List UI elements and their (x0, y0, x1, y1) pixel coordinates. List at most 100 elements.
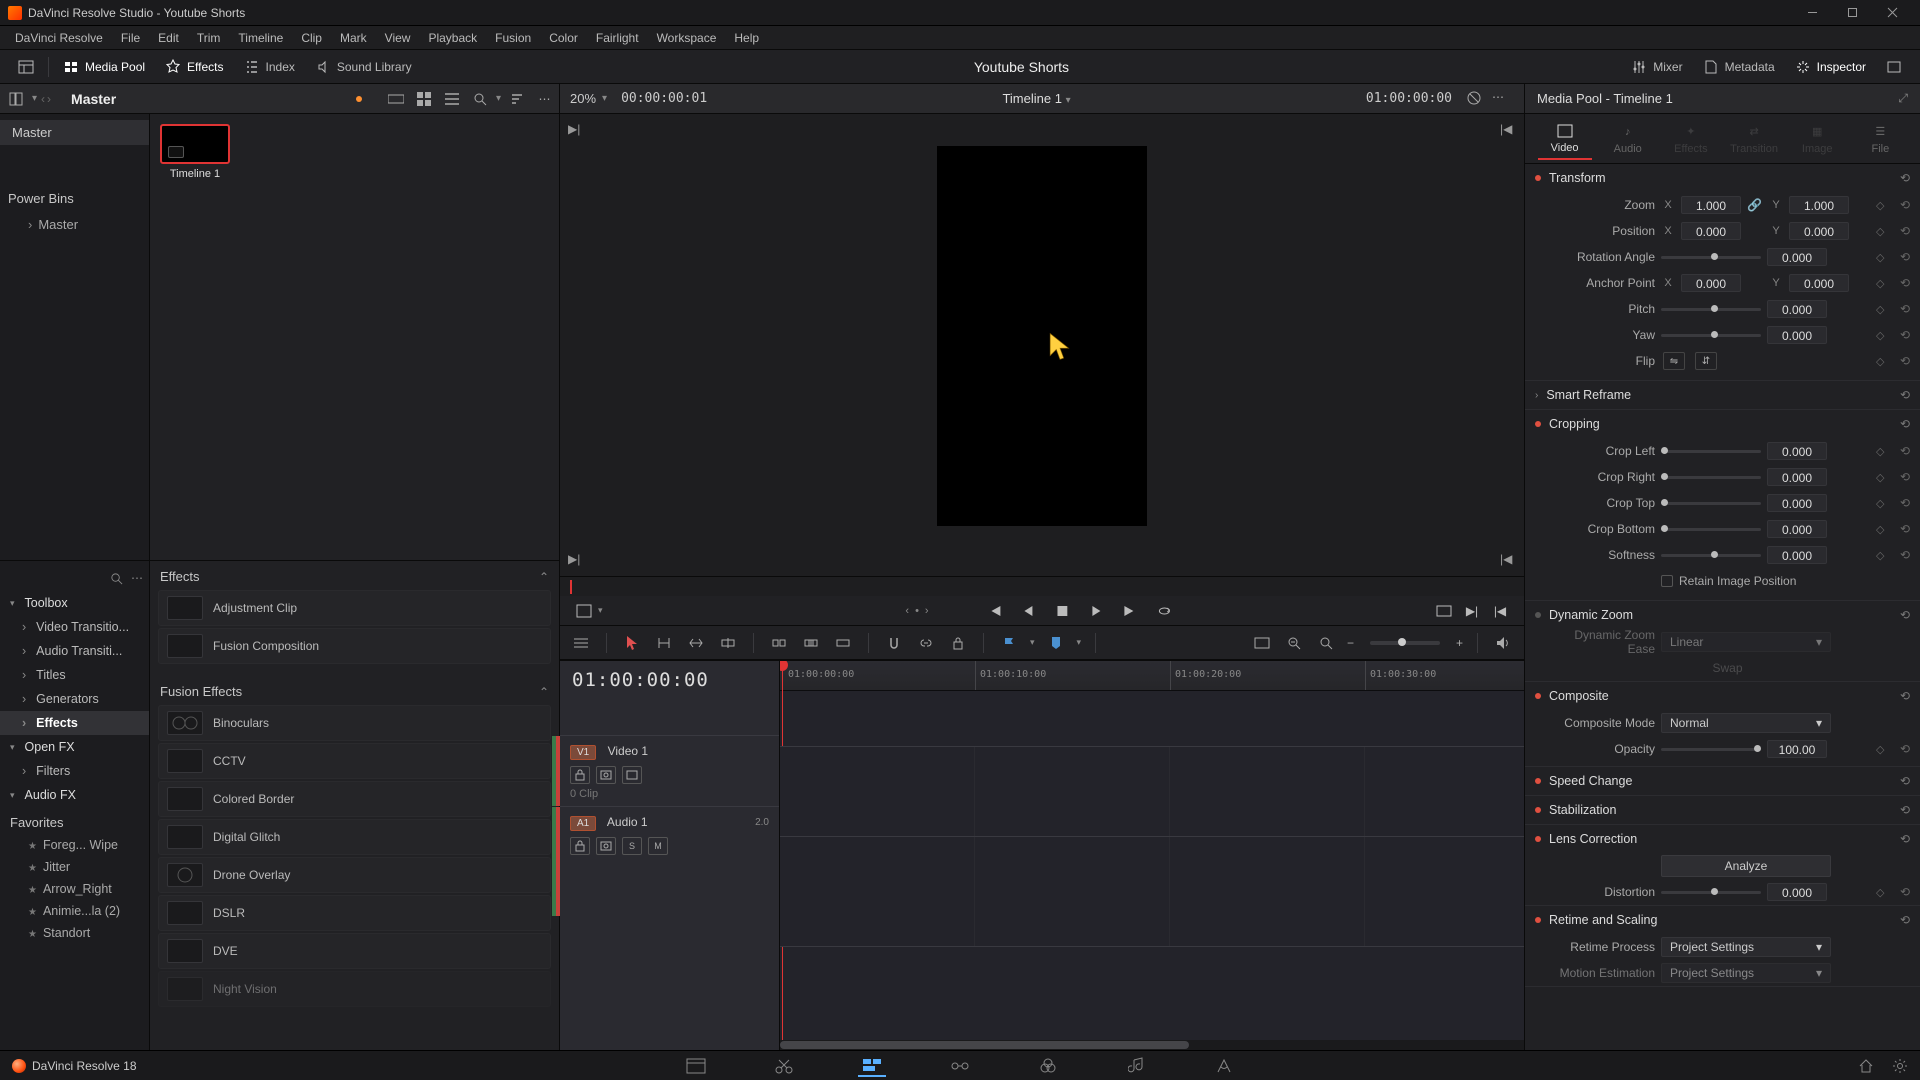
crop-bottom-slider[interactable] (1661, 528, 1761, 531)
crop-right-field[interactable]: 0.000 (1767, 468, 1827, 486)
menu-help[interactable]: Help (725, 26, 768, 50)
snap-icon[interactable] (883, 632, 905, 654)
prev-edit-icon[interactable]: ▶| (568, 552, 584, 568)
track-a1-row[interactable] (780, 837, 1524, 947)
crop-right-slider[interactable] (1661, 476, 1761, 479)
menu-timeline[interactable]: Timeline (229, 26, 292, 50)
zoom-detail-icon[interactable] (1283, 632, 1305, 654)
prev-clip-icon[interactable]: ▶| (568, 122, 584, 138)
search-icon[interactable] (469, 88, 491, 110)
bin-grid[interactable]: Timeline 1 (150, 114, 559, 560)
timeline-chevron[interactable]: ▾ (1066, 95, 1071, 106)
speed-title[interactable]: Speed Change (1549, 774, 1892, 788)
crop-top-slider[interactable] (1661, 502, 1761, 505)
retime-enable-dot[interactable] (1535, 917, 1541, 923)
composite-enable-dot[interactable] (1535, 693, 1541, 699)
insp-tab-video[interactable]: Video (1538, 118, 1592, 160)
crop-left-slider[interactable] (1661, 450, 1761, 453)
reset-icon[interactable]: ⟲ (1900, 250, 1910, 264)
reset-icon[interactable]: ⟲ (1900, 522, 1910, 536)
go-in-icon[interactable]: ▶| (1460, 599, 1484, 623)
settings-icon[interactable] (1892, 1058, 1908, 1074)
stop-button[interactable] (1051, 599, 1075, 623)
page-color[interactable] (1034, 1055, 1062, 1077)
insp-tab-image[interactable]: ▦Image (1790, 119, 1844, 159)
fx-search-icon[interactable] (110, 572, 123, 585)
fx-video-trans[interactable]: Video Transitio... (0, 615, 149, 639)
next-clip-icon[interactable]: |◀ (1500, 122, 1516, 138)
zoom-slider[interactable] (1370, 641, 1440, 645)
thumb-grid-icon[interactable] (413, 88, 435, 110)
viewer-bypass-icon[interactable] (1466, 90, 1484, 108)
softness-field[interactable]: 0.000 (1767, 546, 1827, 564)
menu-fusion[interactable]: Fusion (486, 26, 540, 50)
reset-icon[interactable]: ⟲ (1900, 548, 1910, 562)
marker-dot-icon[interactable]: • (915, 605, 919, 617)
fx-dslr[interactable]: DSLR (158, 895, 551, 931)
first-frame-button[interactable] (983, 599, 1007, 623)
menu-color[interactable]: Color (540, 26, 587, 50)
zoom-link-icon[interactable]: 🔗 (1747, 198, 1763, 212)
reset-icon[interactable]: ⟲ (1900, 496, 1910, 510)
page-cut[interactable] (770, 1055, 798, 1077)
go-out-icon[interactable]: |◀ (1488, 599, 1512, 623)
track-v1-row[interactable] (780, 747, 1524, 837)
sort-icon[interactable] (506, 88, 528, 110)
keyframe-icon[interactable] (1876, 548, 1890, 562)
reset-icon[interactable]: ⟲ (1900, 276, 1910, 290)
fx-drone-overlay[interactable]: Drone Overlay (158, 857, 551, 893)
pos-x-field[interactable]: 0.000 (1681, 222, 1741, 240)
clip-timeline1[interactable]: Timeline 1 (160, 124, 230, 180)
retain-checkbox[interactable] (1661, 575, 1673, 587)
smart-reframe-title[interactable]: Smart Reframe (1546, 388, 1892, 402)
menu-file[interactable]: File (112, 26, 149, 50)
fx-openfx[interactable]: Open FX (0, 735, 149, 759)
fx-generators[interactable]: Generators (0, 687, 149, 711)
a1-lock-icon[interactable] (570, 837, 590, 855)
pos-y-field[interactable]: 0.000 (1789, 222, 1849, 240)
nav-fwd[interactable]: › (47, 92, 51, 106)
chevron-up-icon[interactable]: ⌃ (539, 570, 549, 584)
v1-disable-icon[interactable] (622, 766, 642, 784)
keyframe-icon[interactable] (1876, 444, 1890, 458)
insp-tab-file[interactable]: ☰File (1853, 119, 1907, 159)
reset-icon[interactable]: ⟲ (1900, 224, 1910, 238)
lock-icon[interactable] (947, 632, 969, 654)
dynzoom-ease-select[interactable]: Linear▾ (1661, 632, 1831, 652)
bin-list-toggle[interactable] (4, 87, 28, 111)
overwrite-clip-icon[interactable] (800, 632, 822, 654)
chevron-up-icon[interactable]: ⌃ (539, 685, 549, 699)
fx-filters[interactable]: Filters (0, 759, 149, 783)
reset-icon[interactable]: ⟲ (1900, 470, 1910, 484)
opacity-slider[interactable] (1661, 748, 1761, 751)
transform-title[interactable]: Transform (1549, 171, 1892, 185)
flip-h-button[interactable]: ⇋ (1663, 352, 1685, 370)
viewer-timeline-name[interactable]: Timeline 1 (1002, 91, 1061, 106)
prev-frame-button[interactable] (1017, 599, 1041, 623)
list-view-icon[interactable] (441, 88, 463, 110)
maximize-button[interactable] (1832, 0, 1872, 26)
replace-clip-icon[interactable] (832, 632, 854, 654)
index-btn[interactable]: Index (234, 53, 305, 81)
reset-icon[interactable]: ⟲ (1900, 885, 1910, 899)
insp-tab-audio[interactable]: ♪Audio (1601, 119, 1655, 159)
timeline-tc[interactable]: 01:00:00:00 (560, 661, 779, 705)
menu-workspace[interactable]: Workspace (648, 26, 726, 50)
timeline-ruler[interactable]: 01:00:00:00 01:00:10:00 01:00:20:00 01:0… (780, 661, 1524, 691)
a1-mute-icon[interactable]: M (648, 837, 668, 855)
fx-adjustment-clip[interactable]: Adjustment Clip (158, 590, 551, 626)
media-pool-btn[interactable]: Media Pool (53, 53, 155, 81)
dynamic-trim-tool[interactable] (685, 632, 707, 654)
transform-overlay-icon[interactable] (572, 599, 596, 623)
bin-master[interactable]: Master (0, 120, 149, 145)
composite-title[interactable]: Composite (1549, 689, 1892, 703)
crop-left-field[interactable]: 0.000 (1767, 442, 1827, 460)
distortion-field[interactable]: 0.000 (1767, 883, 1827, 901)
zoom-full-icon[interactable] (1251, 632, 1273, 654)
menu-edit[interactable]: Edit (149, 26, 188, 50)
reset-icon[interactable]: ⟲ (1900, 742, 1910, 756)
fx-section-fusion[interactable]: Fusion Effects (160, 684, 539, 699)
page-edit[interactable] (858, 1055, 886, 1077)
rotation-slider[interactable] (1661, 256, 1761, 259)
insp-tab-transition[interactable]: ⇄Transition (1727, 119, 1781, 159)
